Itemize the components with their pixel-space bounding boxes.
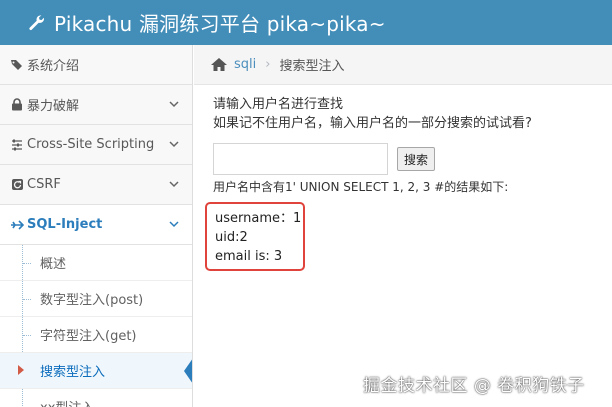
sidebar-subitem-label: 搜索型注入 — [40, 365, 106, 380]
refresh-icon — [9, 178, 25, 191]
app-title: Pikachu 漏洞练习平台 pika~pika~ — [54, 12, 386, 36]
wrench-icon — [29, 14, 44, 30]
result-title: 用户名中含有1' UNION SELECT 1, 2, 3 #的结果如下: — [213, 180, 509, 194]
chevron-down-icon — [169, 181, 179, 188]
main-content: sqli › 搜索型注入 请输入用户名进行查找 如果记不住用户名，输入用户名的一… — [194, 45, 612, 407]
breadcrumb-separator: › — [265, 57, 271, 72]
sidebar-item-label: CSRF — [27, 177, 61, 192]
brand[interactable]: Pikachu 漏洞练习平台 pika~pika~ — [0, 8, 386, 37]
home-icon[interactable] — [210, 57, 228, 72]
breadcrumb: sqli › 搜索型注入 — [194, 45, 612, 85]
sidebar-item-label: 暴力破解 — [27, 99, 80, 114]
top-header: Pikachu 漏洞练习平台 pika~pika~ — [0, 0, 612, 45]
sidebar-item-label: Cross-Site Scripting — [27, 137, 155, 152]
search-form: 请输入用户名进行查找 如果记不住用户名，输入用户名的一部分搜索的试试看? 搜索 … — [194, 85, 612, 271]
sidebar: 系统介绍 暴力破解 Cross-Site Scripting CSRF SQL-… — [0, 45, 193, 407]
sidebar-subitem-label: 字符型注入(get) — [40, 329, 137, 344]
sidebar-subitem-string-get[interactable]: 字符型注入(get) — [0, 317, 192, 353]
sidebar-subitem-label: 数字型注入(post) — [40, 293, 144, 308]
search-button[interactable]: 搜索 — [397, 147, 436, 171]
sidebar-item-intro[interactable]: 系统介绍 — [0, 45, 192, 85]
sidebar-subitem-label: 概述 — [40, 257, 67, 272]
sidebar-item-label: 系统介绍 — [27, 59, 80, 74]
result-email: email is: 3 — [215, 249, 283, 264]
sidebar-subitem-numeric-post[interactable]: 数字型注入(post) — [0, 281, 192, 317]
sidebar-subitem-label: xx型注入 — [40, 397, 94, 407]
result-uid: uid:2 — [215, 230, 248, 245]
sidebar-item-brute-force[interactable]: 暴力破解 — [0, 85, 192, 125]
chevron-down-icon — [169, 101, 179, 108]
sidebar-item-sql-inject[interactable]: SQL-Inject — [0, 205, 192, 245]
sidebar-item-csrf[interactable]: CSRF — [0, 165, 192, 205]
search-row: 搜索 — [213, 143, 612, 175]
sidebar-item-xss[interactable]: Cross-Site Scripting — [0, 125, 192, 165]
chevron-down-icon — [169, 141, 179, 148]
prompt-line-2: 如果记不住用户名，输入用户名的一部分搜索的试试看? — [213, 116, 532, 131]
breadcrumb-link-sqli[interactable]: sqli — [234, 57, 256, 72]
sliders-icon — [9, 139, 25, 151]
tree-connector — [22, 281, 32, 316]
result-username: username：1 — [215, 211, 302, 226]
result-box: username：1 uid:2 email is: 3 — [205, 202, 305, 271]
tree-connector — [22, 245, 32, 280]
sidebar-subitem-xx[interactable]: xx型注入 — [0, 389, 192, 407]
plane-icon — [9, 219, 25, 231]
search-input[interactable] — [213, 143, 388, 175]
sidebar-subitem-overview[interactable]: 概述 — [0, 245, 192, 281]
watermark: 掘金技术社区 @ 卷积狗铁子 — [363, 376, 585, 396]
tree-connector — [22, 317, 32, 352]
sidebar-subitem-search[interactable]: 搜索型注入 — [0, 353, 192, 389]
caret-right-icon — [18, 365, 24, 375]
active-indicator-arrow — [184, 358, 192, 384]
tree-connector — [22, 389, 32, 407]
tags-icon — [9, 59, 25, 71]
sidebar-item-label: SQL-Inject — [27, 217, 103, 232]
breadcrumb-current: 搜索型注入 — [279, 59, 345, 74]
lock-icon — [9, 98, 25, 111]
chevron-down-icon — [169, 221, 179, 228]
prompt-line-1: 请输入用户名进行查找 — [213, 97, 344, 112]
